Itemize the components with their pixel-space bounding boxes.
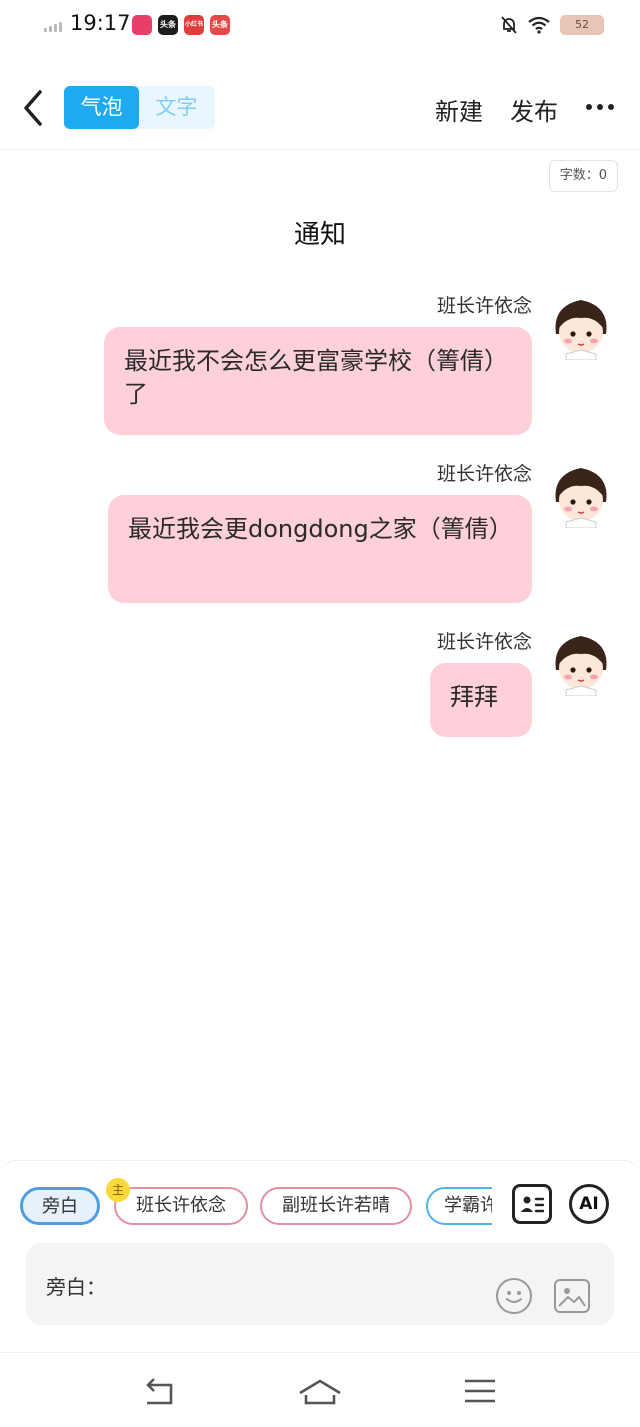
role-chip-top-student[interactable]: 学霸许 [426,1187,492,1225]
new-button[interactable]: 新建 [435,92,483,127]
emoji-button[interactable] [496,1278,532,1314]
app-icon-3: 小红书 [184,15,204,35]
editor-header: 气泡 文字 新建 发布 [0,66,640,150]
role-selector: 旁白 班长许依念 副班长许若晴 学霸许 [20,1187,492,1229]
ai-button[interactable]: AI [569,1184,609,1224]
page-title[interactable]: 通知 [0,214,640,251]
message-author: 班长许依念 [436,295,532,317]
contact-card-icon [521,1196,545,1213]
signal-icon [44,20,66,32]
publish-button[interactable]: 发布 [510,92,558,127]
image-icon [558,1288,586,1307]
mode-toggle: 气泡 文字 [64,86,215,129]
message-bubble[interactable]: 最近我不会怎么更富豪学校（箐倩）了 [104,327,532,435]
nav-menu-button[interactable] [459,1371,503,1411]
app-icon-1 [132,15,152,35]
status-time: 19:17 [70,11,131,35]
menu-icon [465,1379,495,1403]
main-role-badge: 主 [106,1178,130,1202]
avatar[interactable] [548,630,614,696]
nav-back-button[interactable] [139,1371,183,1411]
app-screen: 19:17 头条 小红书 头条 52 气泡 文字 新建 发布 字数：0 通知 班… [0,0,640,1427]
home-icon [299,1379,341,1405]
avatar[interactable] [548,294,614,360]
smiley-icon [506,1291,522,1303]
message-bubble[interactable]: 最近我会更dongdong之家（箐倩） [108,495,532,603]
chevron-left-icon [24,90,42,126]
battery-indicator: 52 [560,15,604,35]
avatar[interactable] [548,462,614,528]
message-author: 班长许依念 [436,631,532,653]
word-count-badge: 字数：0 [548,160,618,192]
more-options-button[interactable] [586,104,614,110]
message-author: 班长许依念 [436,463,532,485]
character-card-button[interactable] [512,1184,552,1224]
nav-back-icon [146,1378,173,1405]
system-nav-bar [0,1352,640,1427]
role-chip-vice-monitor[interactable]: 副班长许若晴 [260,1187,412,1225]
image-button[interactable] [554,1279,590,1313]
message-bubble[interactable]: 拜拜 [430,663,532,737]
app-icon-2: 头条 [158,15,178,35]
mute-bell-icon [501,16,517,34]
input-speaker-label: 旁白： [46,1275,106,1299]
status-bar: 19:17 头条 小红书 头条 52 [0,0,640,50]
back-button[interactable] [18,88,48,128]
wifi-icon [528,16,550,34]
role-chip-monitor[interactable]: 班长许依念 [114,1187,248,1225]
app-icon-4: 头条 [210,15,230,35]
role-chip-narrator[interactable]: 旁白 [20,1187,100,1225]
tab-text[interactable]: 文字 [139,86,214,129]
tab-bubble[interactable]: 气泡 [64,86,139,129]
nav-home-button[interactable] [298,1371,342,1411]
